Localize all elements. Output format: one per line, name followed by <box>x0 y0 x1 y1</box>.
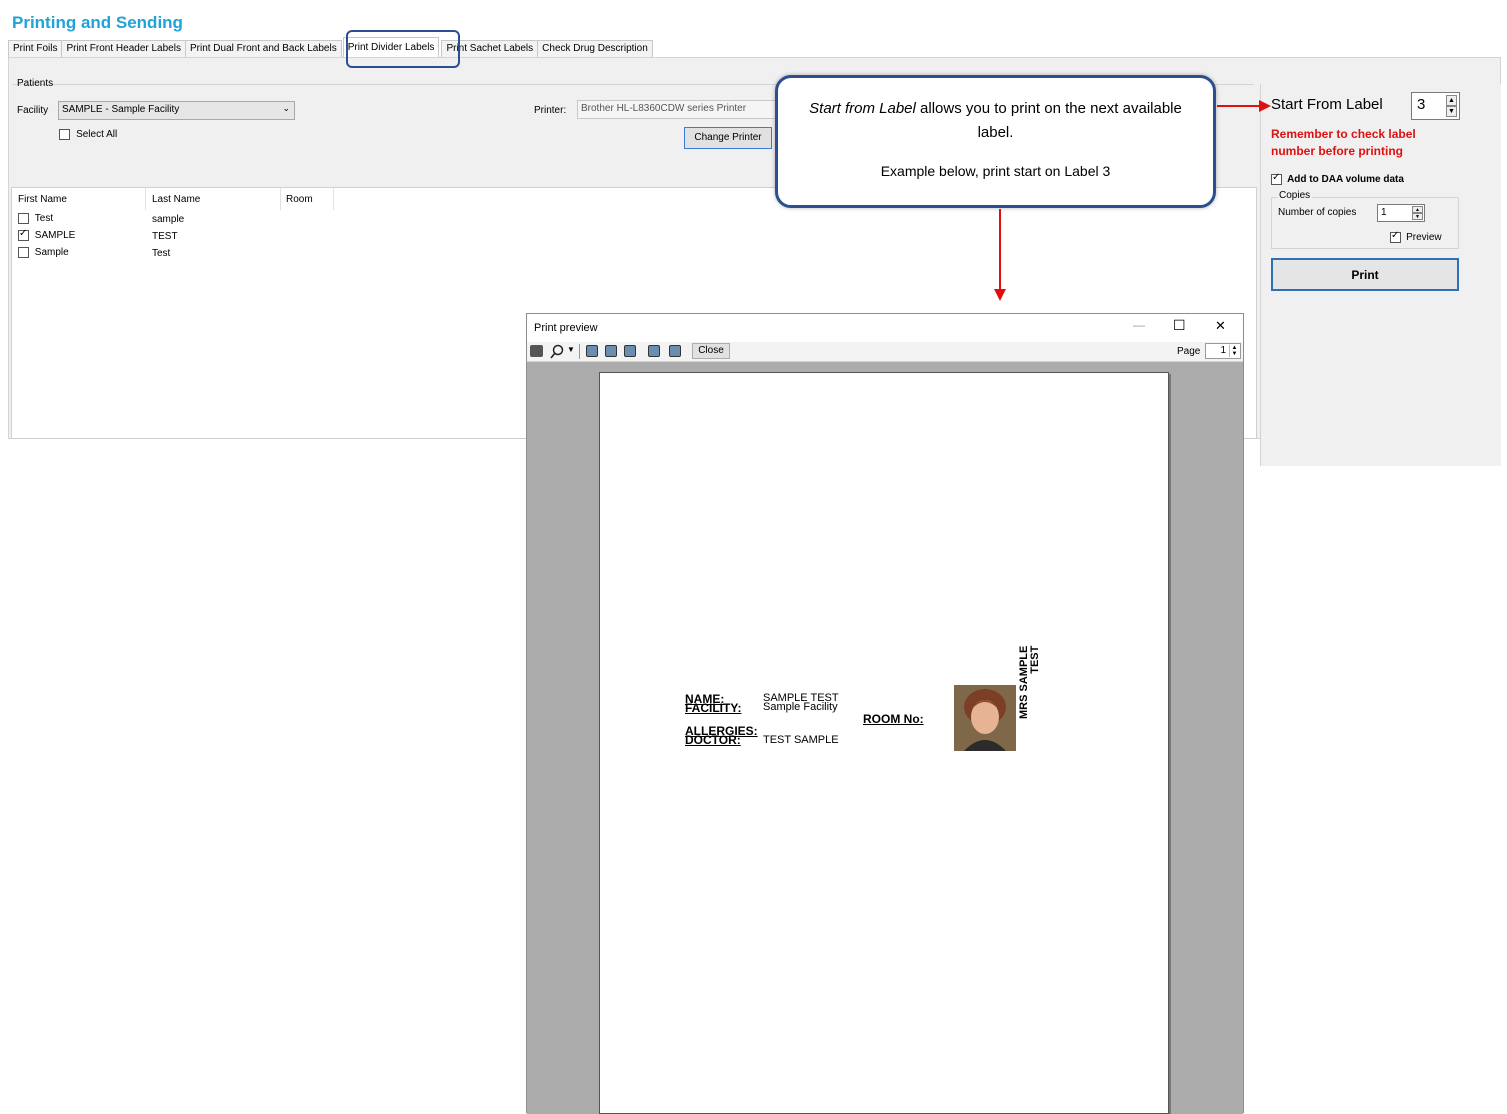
first-name-cell: Test <box>34 213 54 225</box>
spin-down-icon[interactable]: ▼ <box>1412 213 1423 220</box>
callout-box: Start from Label allows you to print on … <box>775 75 1216 208</box>
preview-area: NAME: FACILITY: SAMPLE TEST Sample Facil… <box>527 362 1243 1114</box>
col-header-room[interactable]: Room <box>286 194 313 205</box>
col-separator <box>145 188 146 210</box>
change-printer-button[interactable]: Change Printer <box>684 127 772 149</box>
doctor-label: DOCTOR: <box>685 733 741 747</box>
print-button[interactable]: Print <box>1271 258 1459 291</box>
toolbar-separator <box>579 344 580 359</box>
minimize-icon[interactable]: — <box>1133 318 1145 332</box>
copies-value: 1 <box>1381 207 1387 218</box>
page-spinner[interactable]: 1 ▲ ▼ <box>1205 343 1241 359</box>
printer-field: Brother HL-L8360CDW series Printer <box>577 100 777 119</box>
callout-italic: Start from Label <box>809 100 916 117</box>
select-all-label: Select All <box>76 129 118 140</box>
start-from-label-text: Start From Label <box>1271 96 1383 113</box>
patients-section-label: Patients <box>17 78 54 89</box>
number-of-copies-label: Number of copies <box>1278 207 1357 218</box>
first-name-cell: SAMPLE <box>34 230 76 242</box>
last-name-cell: sample <box>152 214 185 225</box>
printer-label: Printer: <box>534 105 567 116</box>
spin-down-icon[interactable]: ▼ <box>1446 106 1457 117</box>
vertical-name-label: MRS SAMPLE TEST <box>1018 645 1041 719</box>
row-checkbox[interactable] <box>18 228 29 241</box>
room-label: ROOM No: <box>863 712 924 726</box>
page-value: 1 <box>1220 345 1226 356</box>
select-all-checkbox[interactable]: Select All <box>59 128 117 140</box>
checkbox-box[interactable] <box>1271 172 1282 185</box>
spin-up-icon[interactable]: ▲ <box>1446 95 1457 106</box>
first-name-cell: Sample <box>34 247 69 259</box>
row-checkbox[interactable] <box>18 247 29 258</box>
copies-group-label: Copies <box>1277 190 1313 201</box>
maximize-icon[interactable]: ☐ <box>1173 317 1186 334</box>
tab-print-front-header-labels[interactable]: Print Front Header Labels <box>61 40 186 57</box>
chevron-down-icon: ⌄ <box>282 103 290 113</box>
active-tab-highlight <box>346 30 460 68</box>
preview-window-title: Print preview <box>534 322 598 334</box>
last-name-cell: Test <box>152 248 171 259</box>
callout-example: Example below, print start on Label 3 <box>880 163 1111 179</box>
arrow-down-icon <box>994 209 1006 301</box>
tab-strip: Print Foils Print Front Header Labels Pr… <box>8 37 653 57</box>
vertical-name-line-2: TEST <box>1029 645 1041 674</box>
preview-toolbar: ▼ Close Page 1 ▲ ▼ <box>527 342 1243 362</box>
facility-label: Facility <box>17 105 49 116</box>
facility-label-preview: FACILITY: <box>685 701 742 715</box>
copies-spinner[interactable]: 1 ▲ ▼ <box>1377 204 1425 222</box>
add-daa-label: Add to DAA volume data <box>1287 174 1404 185</box>
zoom-dropdown-icon[interactable]: ▼ <box>567 345 575 354</box>
two-pages-icon[interactable] <box>605 345 617 357</box>
facility-select[interactable]: SAMPLE - Sample Facility ⌄ <box>58 101 295 120</box>
warning-text: Remember to check label number before pr… <box>1271 127 1416 158</box>
tab-check-drug-description[interactable]: Check Drug Description <box>537 40 653 57</box>
four-pages-icon[interactable] <box>648 345 660 357</box>
print-preview-window: Print preview — ☐ ✕ ▼ Close Page 1 ▲ ▼ NA… <box>526 313 1244 1114</box>
page-label: Page <box>1177 346 1201 357</box>
tab-print-dual-labels[interactable]: Print Dual Front and Back Labels <box>184 40 342 57</box>
start-from-value: 3 <box>1417 96 1426 113</box>
table-row[interactable]: Test sample <box>18 213 184 229</box>
printer-icon[interactable] <box>530 345 543 357</box>
callout-rest: allows you to print on the next availabl… <box>915 100 1182 141</box>
table-row[interactable]: Sample Test <box>18 247 170 263</box>
close-window-icon[interactable]: ✕ <box>1215 318 1226 334</box>
col-header-last-name[interactable]: Last Name <box>152 194 200 205</box>
col-separator <box>280 188 281 210</box>
checkbox-box[interactable] <box>1390 230 1401 243</box>
col-separator <box>333 188 334 210</box>
tab-print-foils[interactable]: Print Foils <box>8 40 63 57</box>
last-name-cell: TEST <box>152 231 178 242</box>
patient-photo <box>954 685 1016 751</box>
preview-label: Preview <box>1406 232 1442 243</box>
col-header-first-name[interactable]: First Name <box>18 194 67 205</box>
callout-text: Start from Label allows you to print on … <box>778 97 1213 145</box>
six-pages-icon[interactable] <box>669 345 681 357</box>
preview-checkbox[interactable]: Preview <box>1390 230 1442 243</box>
spin-up-icon[interactable]: ▲ <box>1412 206 1423 213</box>
row-checkbox[interactable] <box>18 213 29 224</box>
arrow-right-icon <box>1217 100 1271 112</box>
doctor-value: TEST SAMPLE <box>763 734 839 746</box>
preview-close-button[interactable]: Close <box>692 343 730 359</box>
checkbox-box[interactable] <box>59 128 70 140</box>
facility-select-value: SAMPLE - Sample Facility <box>62 104 180 115</box>
table-row[interactable]: SAMPLE TEST <box>18 228 178 246</box>
add-daa-checkbox[interactable]: Add to DAA volume data <box>1271 172 1404 185</box>
three-pages-icon[interactable] <box>624 345 636 357</box>
zoom-icon[interactable] <box>550 344 564 359</box>
start-from-spinner[interactable]: 3 ▲ ▼ <box>1411 92 1460 120</box>
facility-value-preview: Sample Facility <box>763 701 838 713</box>
page-title: Printing and Sending <box>12 13 183 32</box>
one-page-icon[interactable] <box>586 345 598 357</box>
page-spin-icon[interactable]: ▲ ▼ <box>1229 345 1239 357</box>
preview-page: NAME: FACILITY: SAMPLE TEST Sample Facil… <box>599 372 1169 1114</box>
